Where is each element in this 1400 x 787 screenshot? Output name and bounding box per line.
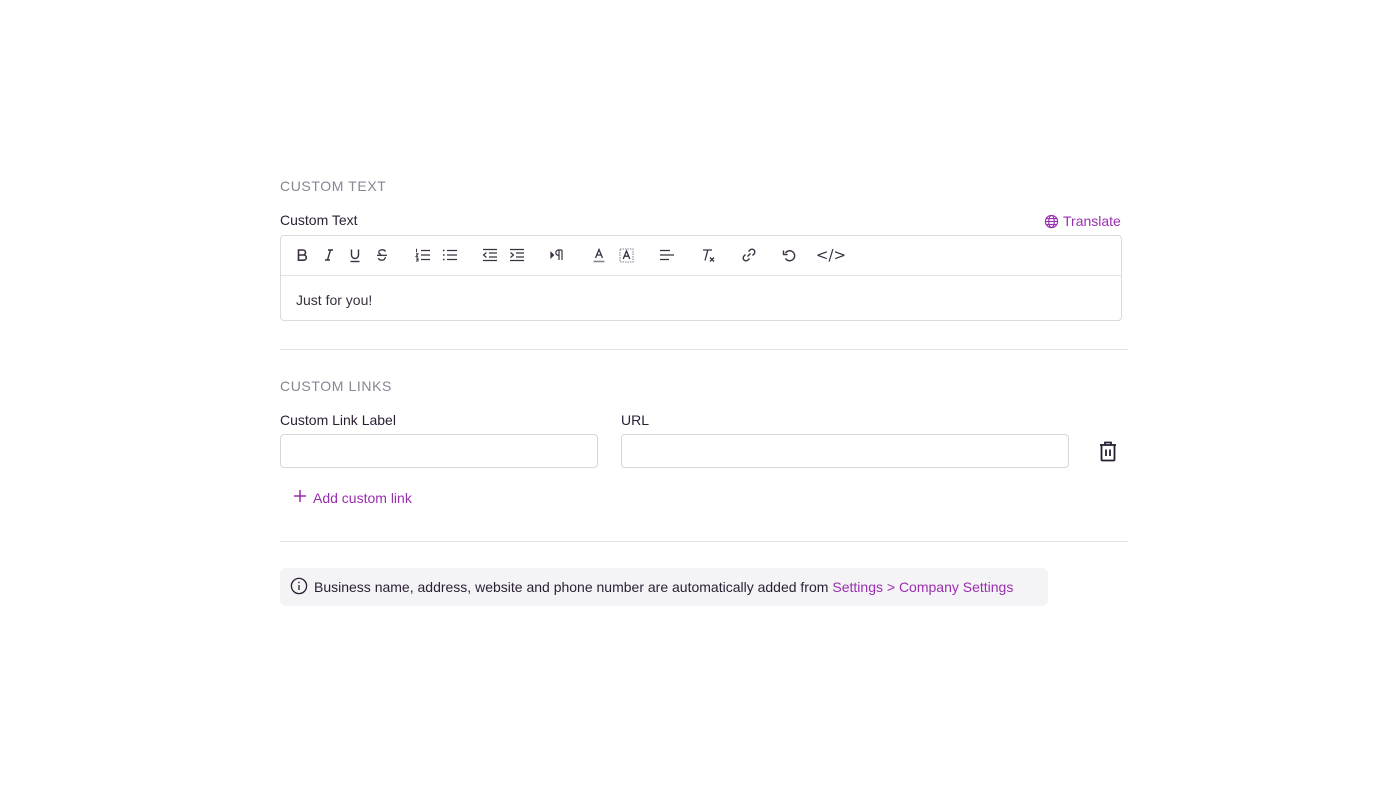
plus-icon [293, 489, 307, 506]
info-notice: Business name, address, website and phon… [280, 568, 1048, 606]
page: CUSTOM TEXT Custom Text Translate </> Ju… [0, 0, 1400, 787]
custom-links-heading: CUSTOM LINKS [280, 378, 392, 394]
trash-icon [1097, 441, 1119, 467]
info-icon [290, 577, 308, 598]
underline-icon[interactable] [344, 244, 366, 266]
rich-text-editor[interactable]: </> Just for you! [280, 235, 1122, 321]
outdent-icon[interactable] [479, 244, 501, 266]
url-label: URL [621, 412, 650, 428]
paragraph-direction-icon[interactable] [547, 244, 569, 266]
bullet-list-icon[interactable] [439, 244, 461, 266]
clear-formatting-icon[interactable] [697, 244, 719, 266]
align-left-icon[interactable] [656, 244, 678, 266]
strikethrough-icon[interactable] [371, 244, 393, 266]
company-settings-link[interactable]: Settings > Company Settings [832, 579, 1013, 595]
source-code-button[interactable]: </> [816, 244, 846, 266]
highlight-color-icon[interactable] [615, 244, 637, 266]
link-icon[interactable] [738, 244, 760, 266]
custom-link-label-input[interactable] [280, 434, 598, 468]
editor-toolbar: </> [281, 236, 1121, 276]
delete-link-button[interactable] [1097, 439, 1119, 463]
editor-content[interactable]: Just for you! [296, 292, 372, 308]
translate-button[interactable]: Translate [1044, 213, 1121, 229]
add-custom-link-button[interactable]: Add custom link [293, 489, 412, 506]
indent-icon[interactable] [506, 244, 528, 266]
custom-text-heading: CUSTOM TEXT [280, 178, 387, 194]
translate-label: Translate [1063, 213, 1121, 229]
italic-icon[interactable] [318, 244, 340, 266]
notice-text: Business name, address, website and phon… [314, 579, 829, 595]
section-divider [280, 349, 1128, 350]
bold-icon[interactable] [291, 244, 313, 266]
ordered-list-icon[interactable] [412, 244, 434, 266]
undo-icon[interactable] [778, 244, 800, 266]
section-divider-2 [280, 541, 1128, 542]
globe-icon [1044, 214, 1059, 229]
text-color-icon[interactable] [588, 244, 610, 266]
url-input[interactable] [621, 434, 1069, 468]
custom-link-label-label: Custom Link Label [280, 412, 396, 428]
custom-text-label: Custom Text [280, 212, 358, 228]
add-custom-link-label: Add custom link [313, 489, 412, 506]
